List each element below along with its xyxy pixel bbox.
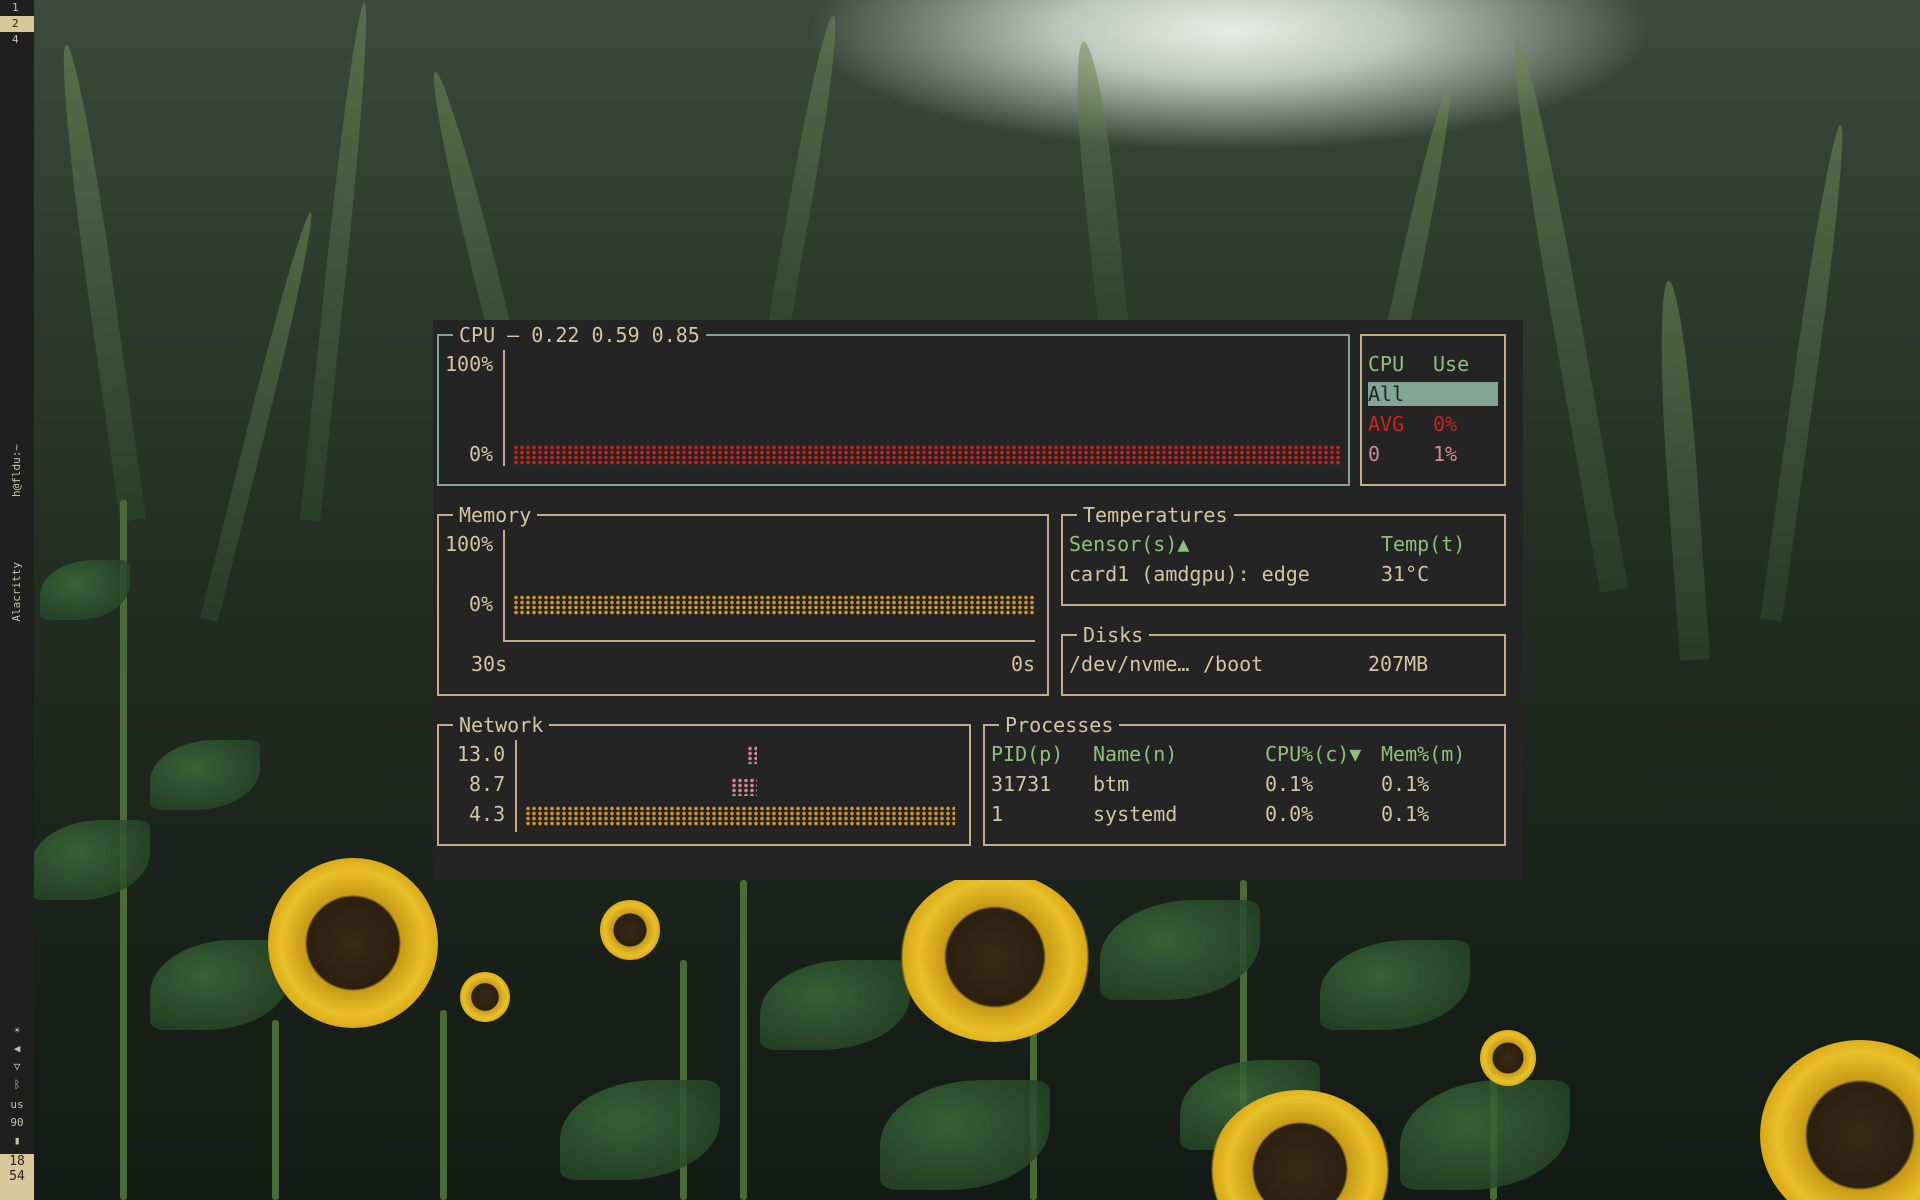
memory-y-axis — [503, 530, 505, 642]
network-tx-spike-base — [731, 778, 757, 796]
proc-row-2-name[interactable]: systemd — [1093, 802, 1177, 826]
proc-row-1-mem[interactable]: 0.1% — [1381, 772, 1429, 796]
proc-row-1-cpu[interactable]: 0.1% — [1265, 772, 1313, 796]
disk-size: 207MB — [1368, 652, 1429, 676]
bottom-terminal-window[interactable]: CPU — 0.22 0.59 0.85 100% 0% CPU Use All… — [433, 320, 1523, 880]
clock-hour: 18 — [9, 1154, 25, 1169]
cpu-row-all[interactable]: All — [1368, 382, 1498, 406]
temp-col-sensor: Sensor(s)▲ — [1069, 532, 1190, 556]
disks-title: Disks — [1077, 623, 1150, 647]
processes-title: Processes — [999, 713, 1120, 737]
bluetooth-icon[interactable]: ᛒ — [0, 1078, 34, 1091]
disks-panel[interactable]: Disks /dev/nvme… /boot 207MB — [1061, 623, 1506, 696]
network-panel[interactable]: Network 13.0 8.7 4.3 — [437, 713, 971, 846]
cpu-avg-use: 0% — [1433, 412, 1458, 436]
clock: 18 54 — [0, 1154, 34, 1200]
cpu-graph-line — [513, 445, 1341, 465]
memory-title: Memory — [453, 503, 538, 527]
network-y-label-3: 4.3 — [469, 802, 506, 826]
keyboard-layout[interactable]: us — [0, 1098, 34, 1111]
proc-col-pid[interactable]: PID(p) — [991, 742, 1063, 766]
memory-ymin: 0% — [469, 592, 494, 616]
battery-icon: ▮ — [13, 1134, 21, 1147]
proc-col-mem[interactable]: Mem%(m) — [1381, 742, 1465, 766]
network-y-label-2: 8.7 — [469, 772, 506, 796]
processes-panel[interactable]: Processes PID(p) Name(n) CPU%(c)▼ Mem%(m… — [983, 713, 1506, 846]
workspace-2[interactable]: 2 — [0, 16, 34, 32]
temp-sensor-name: card1 (amdgpu): edge — [1069, 562, 1310, 586]
cpu-row-avg[interactable]: AVG — [1368, 412, 1404, 436]
cpu-title: CPU — 0.22 0.59 0.85 — [453, 323, 706, 347]
network-tx-spike — [747, 746, 757, 764]
temp-col-temp: Temp(t) — [1381, 532, 1466, 556]
proc-col-cpu[interactable]: CPU%(c)▼ — [1265, 742, 1361, 766]
app-name: Alacritty — [10, 562, 23, 622]
cpu-0-use: 1% — [1433, 442, 1458, 466]
clock-minute: 54 — [9, 1169, 25, 1184]
proc-row-2-cpu[interactable]: 0.0% — [1265, 802, 1313, 826]
memory-graph-line — [513, 595, 1035, 615]
network-rx-line — [525, 806, 955, 826]
proc-row-1-pid[interactable]: 31731 — [991, 772, 1051, 796]
cpu-col-cpu: CPU — [1368, 352, 1405, 376]
memory-x-end: 0s — [1011, 652, 1036, 676]
temperatures-panel[interactable]: Temperatures Sensor(s)▲ Temp(t) card1 (a… — [1061, 503, 1506, 606]
brightness-icon[interactable]: ☀ — [0, 1024, 34, 1037]
cpu-ymax: 100% — [445, 352, 494, 376]
cpu-legend-panel[interactable]: CPU Use All AVG 0% 0 1% — [1360, 334, 1506, 486]
proc-row-2-mem[interactable]: 0.1% — [1381, 802, 1429, 826]
window-title: h@fldu:~ — [10, 444, 23, 497]
memory-x-axis — [503, 640, 1035, 642]
cpu-graph-panel[interactable]: CPU — 0.22 0.59 0.85 100% 0% — [437, 323, 1350, 486]
proc-row-2-pid[interactable]: 1 — [991, 802, 1003, 826]
temperatures-title: Temperatures — [1077, 503, 1234, 527]
proc-col-name[interactable]: Name(n) — [1093, 742, 1177, 766]
memory-x-start: 30s — [471, 652, 508, 676]
status-bar: 1 2 4 h@fldu:~ Alacritty ☀ ◀ ▽ ᛒ us 90 ▮… — [0, 0, 34, 1200]
network-y-axis — [515, 740, 517, 832]
volume-level: 90 — [10, 1116, 24, 1129]
memory-panel[interactable]: Memory 100% 0% 30s 0s — [437, 503, 1049, 696]
wifi-icon[interactable]: ▽ — [0, 1060, 34, 1073]
workspace-1[interactable]: 1 — [0, 0, 34, 16]
proc-row-1-name[interactable]: btm — [1093, 772, 1129, 796]
network-y-label-1: 13.0 — [457, 742, 506, 766]
workspace-4[interactable]: 4 — [0, 32, 34, 48]
disk-device: /dev/nvme… — [1069, 652, 1190, 676]
cpu-row-0[interactable]: 0 — [1368, 442, 1380, 466]
cpu-ymin: 0% — [469, 442, 494, 466]
disk-mount: /boot — [1203, 652, 1264, 676]
cpu-col-use: Use — [1433, 352, 1470, 376]
cpu-y-axis — [503, 350, 505, 466]
memory-ymax: 100% — [445, 532, 494, 556]
temp-sensor-value: 31°C — [1381, 562, 1430, 586]
network-title: Network — [453, 713, 550, 737]
volume-icon[interactable]: ◀ — [0, 1042, 34, 1055]
